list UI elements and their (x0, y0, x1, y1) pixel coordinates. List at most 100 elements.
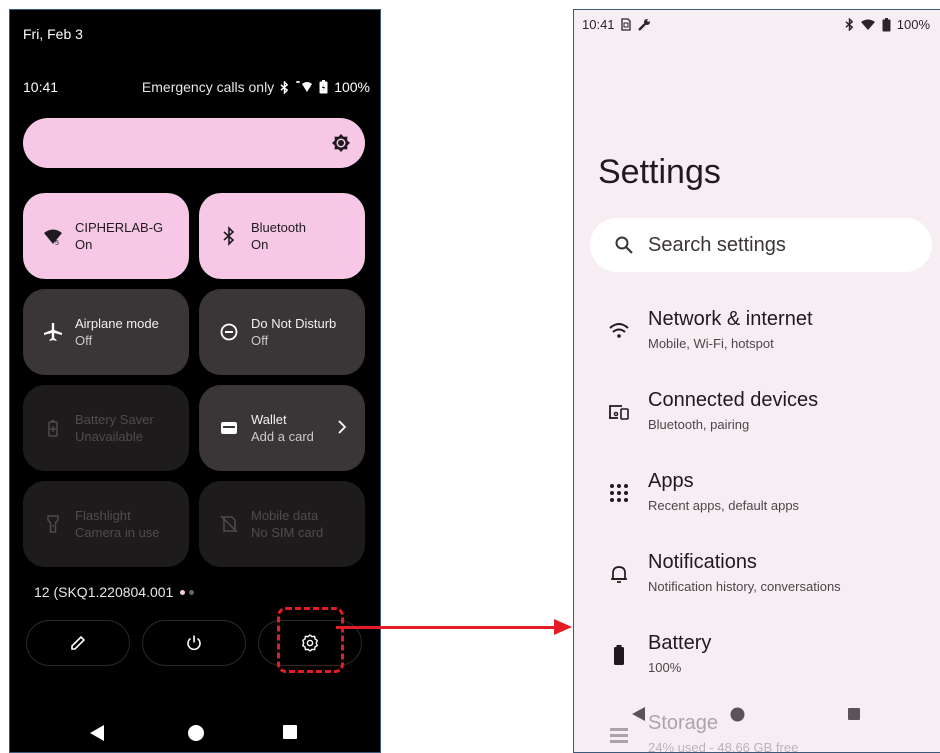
tile-subtitle: On (251, 236, 269, 252)
search-settings-field[interactable]: Search settings (590, 218, 932, 272)
home-icon[interactable] (187, 724, 205, 742)
pencil-icon (71, 635, 86, 650)
settings-item-title: Battery (648, 632, 712, 654)
back-icon[interactable] (89, 724, 105, 742)
page-title: Settings (598, 153, 721, 191)
settings-item-title: Notifications (648, 551, 757, 573)
qs-status-bar: Emergency calls only 100% (142, 79, 370, 95)
settings-item-subtitle: Mobile, Wi-Fi, hotspot (648, 336, 774, 351)
build-number[interactable]: 12 (SKQ1.220804.001 (34, 584, 195, 600)
battery-saver-tile[interactable]: Battery Saver Unavailable (23, 385, 189, 471)
wallet-icon (221, 422, 237, 434)
bluetooth-icon (223, 226, 235, 246)
status-bar-left: 10:41 (582, 17, 651, 32)
bell-icon (611, 566, 627, 583)
settings-item-subtitle: Bluetooth, pairing (648, 417, 750, 432)
quick-settings-screen: Fri, Feb 3 10:41 Emergency calls only 10… (9, 9, 381, 753)
mobile-data-tile[interactable]: Mobile data No SIM card (199, 481, 365, 567)
tile-subtitle: No SIM card (251, 524, 324, 540)
settings-item-battery[interactable]: Battery 100% (574, 620, 940, 690)
qs-date: Fri, Feb 3 (23, 26, 83, 42)
wifi-icon: 5 (44, 229, 62, 246)
battery-icon (319, 80, 328, 94)
settings-item-title: Network & internet (648, 308, 813, 330)
bluetooth-icon (845, 18, 854, 31)
back-icon[interactable] (631, 706, 646, 722)
do-not-disturb-icon (220, 323, 238, 341)
settings-item-subtitle: Recent apps, default apps (648, 498, 800, 513)
settings-item-title: Apps (648, 470, 694, 492)
tile-title: CIPHERLAB-G (75, 219, 164, 235)
status-bar-right: 100% (845, 17, 930, 32)
connected-devices-icon (609, 405, 629, 420)
tile-title: Flashlight (75, 507, 131, 523)
wrench-icon (637, 19, 650, 31)
settings-item-title: Storage (648, 712, 719, 734)
tile-title: Wallet (251, 411, 287, 427)
svg-text:5: 5 (55, 240, 59, 246)
settings-item-apps[interactable]: Apps Recent apps, default apps (574, 458, 940, 528)
settings-highlight-box (277, 607, 344, 673)
wifi-signal-icon (296, 80, 313, 92)
power-button[interactable] (142, 620, 246, 666)
wifi-icon (609, 323, 629, 338)
annotation-arrow-head (554, 619, 572, 635)
do-not-disturb-tile[interactable]: Do Not Disturb Off (199, 289, 365, 375)
emergency-calls-text: Emergency calls only (141, 79, 275, 95)
recents-icon[interactable] (282, 724, 298, 740)
tile-title: Battery Saver (75, 411, 154, 427)
settings-screen: 10:41 100% Settings Search settings Netw… (573, 9, 940, 753)
tile-title: Do Not Disturb (251, 315, 337, 331)
battery-saver-icon (48, 420, 58, 437)
search-icon (615, 236, 633, 254)
bluetooth-tile[interactable]: Bluetooth On (199, 193, 365, 279)
wifi-tile[interactable]: 5 CIPHERLAB-G On (23, 193, 189, 279)
settings-item-network[interactable]: Network & internet Mobile, Wi-Fi, hotspo… (574, 296, 940, 366)
apps-grid-icon (610, 484, 628, 502)
tile-subtitle: Add a card (251, 428, 314, 444)
power-icon (187, 635, 201, 651)
qs-battery-percent: 100% (334, 79, 370, 95)
settings-item-subtitle: Notification history, conversations (648, 579, 841, 594)
brightness-slider[interactable] (23, 118, 365, 168)
tile-title: Airplane mode (75, 315, 159, 331)
tile-subtitle: On (75, 236, 93, 252)
settings-item-subtitle: 100% (648, 660, 682, 675)
settings-item-subtitle: 24% used - 48.66 GB free (648, 740, 799, 753)
status-battery-percent: 100% (896, 17, 930, 32)
settings-item-connected-devices[interactable]: Connected devices Bluetooth, pairing (574, 377, 940, 447)
home-icon[interactable] (730, 707, 745, 722)
qs-time: 10:41 (23, 79, 59, 95)
battery-icon (614, 645, 624, 665)
brightness-icon (332, 134, 350, 152)
tile-title: Mobile data (251, 507, 319, 523)
settings-item-notifications[interactable]: Notifications Notification history, conv… (574, 539, 940, 609)
sim-icon (620, 18, 631, 31)
airplane-mode-tile[interactable]: Airplane mode Off (23, 289, 189, 375)
wallet-tile[interactable]: Wallet Add a card (199, 385, 365, 471)
search-placeholder: Search settings (648, 234, 786, 256)
settings-item-storage[interactable]: Storage 24% used - 48.66 GB free (574, 702, 940, 753)
tile-subtitle: Off (75, 332, 93, 348)
storage-icon (610, 728, 628, 743)
settings-item-title: Connected devices (648, 389, 819, 411)
status-time: 10:41 (582, 17, 615, 32)
page-indicator (189, 589, 195, 595)
chevron-right-icon (338, 420, 347, 434)
flashlight-tile[interactable]: Flashlight Camera in use (23, 481, 189, 567)
flashlight-icon (47, 515, 59, 533)
recents-icon[interactable] (847, 707, 861, 721)
wifi-signal-icon (860, 19, 875, 30)
tile-subtitle: Camera in use (75, 524, 160, 540)
airplane-icon (44, 323, 62, 341)
bluetooth-icon (280, 80, 289, 94)
tile-title: Bluetooth (251, 219, 306, 235)
build-number-text: 12 (SKQ1.220804.001 (34, 584, 174, 600)
tile-subtitle: Unavailable (75, 428, 143, 444)
battery-icon (882, 17, 891, 31)
annotation-arrow-line (336, 626, 556, 629)
mobile-data-off-icon (220, 515, 238, 533)
page-indicator-active (180, 589, 186, 595)
tile-subtitle: Off (251, 332, 269, 348)
edit-button[interactable] (26, 620, 130, 666)
